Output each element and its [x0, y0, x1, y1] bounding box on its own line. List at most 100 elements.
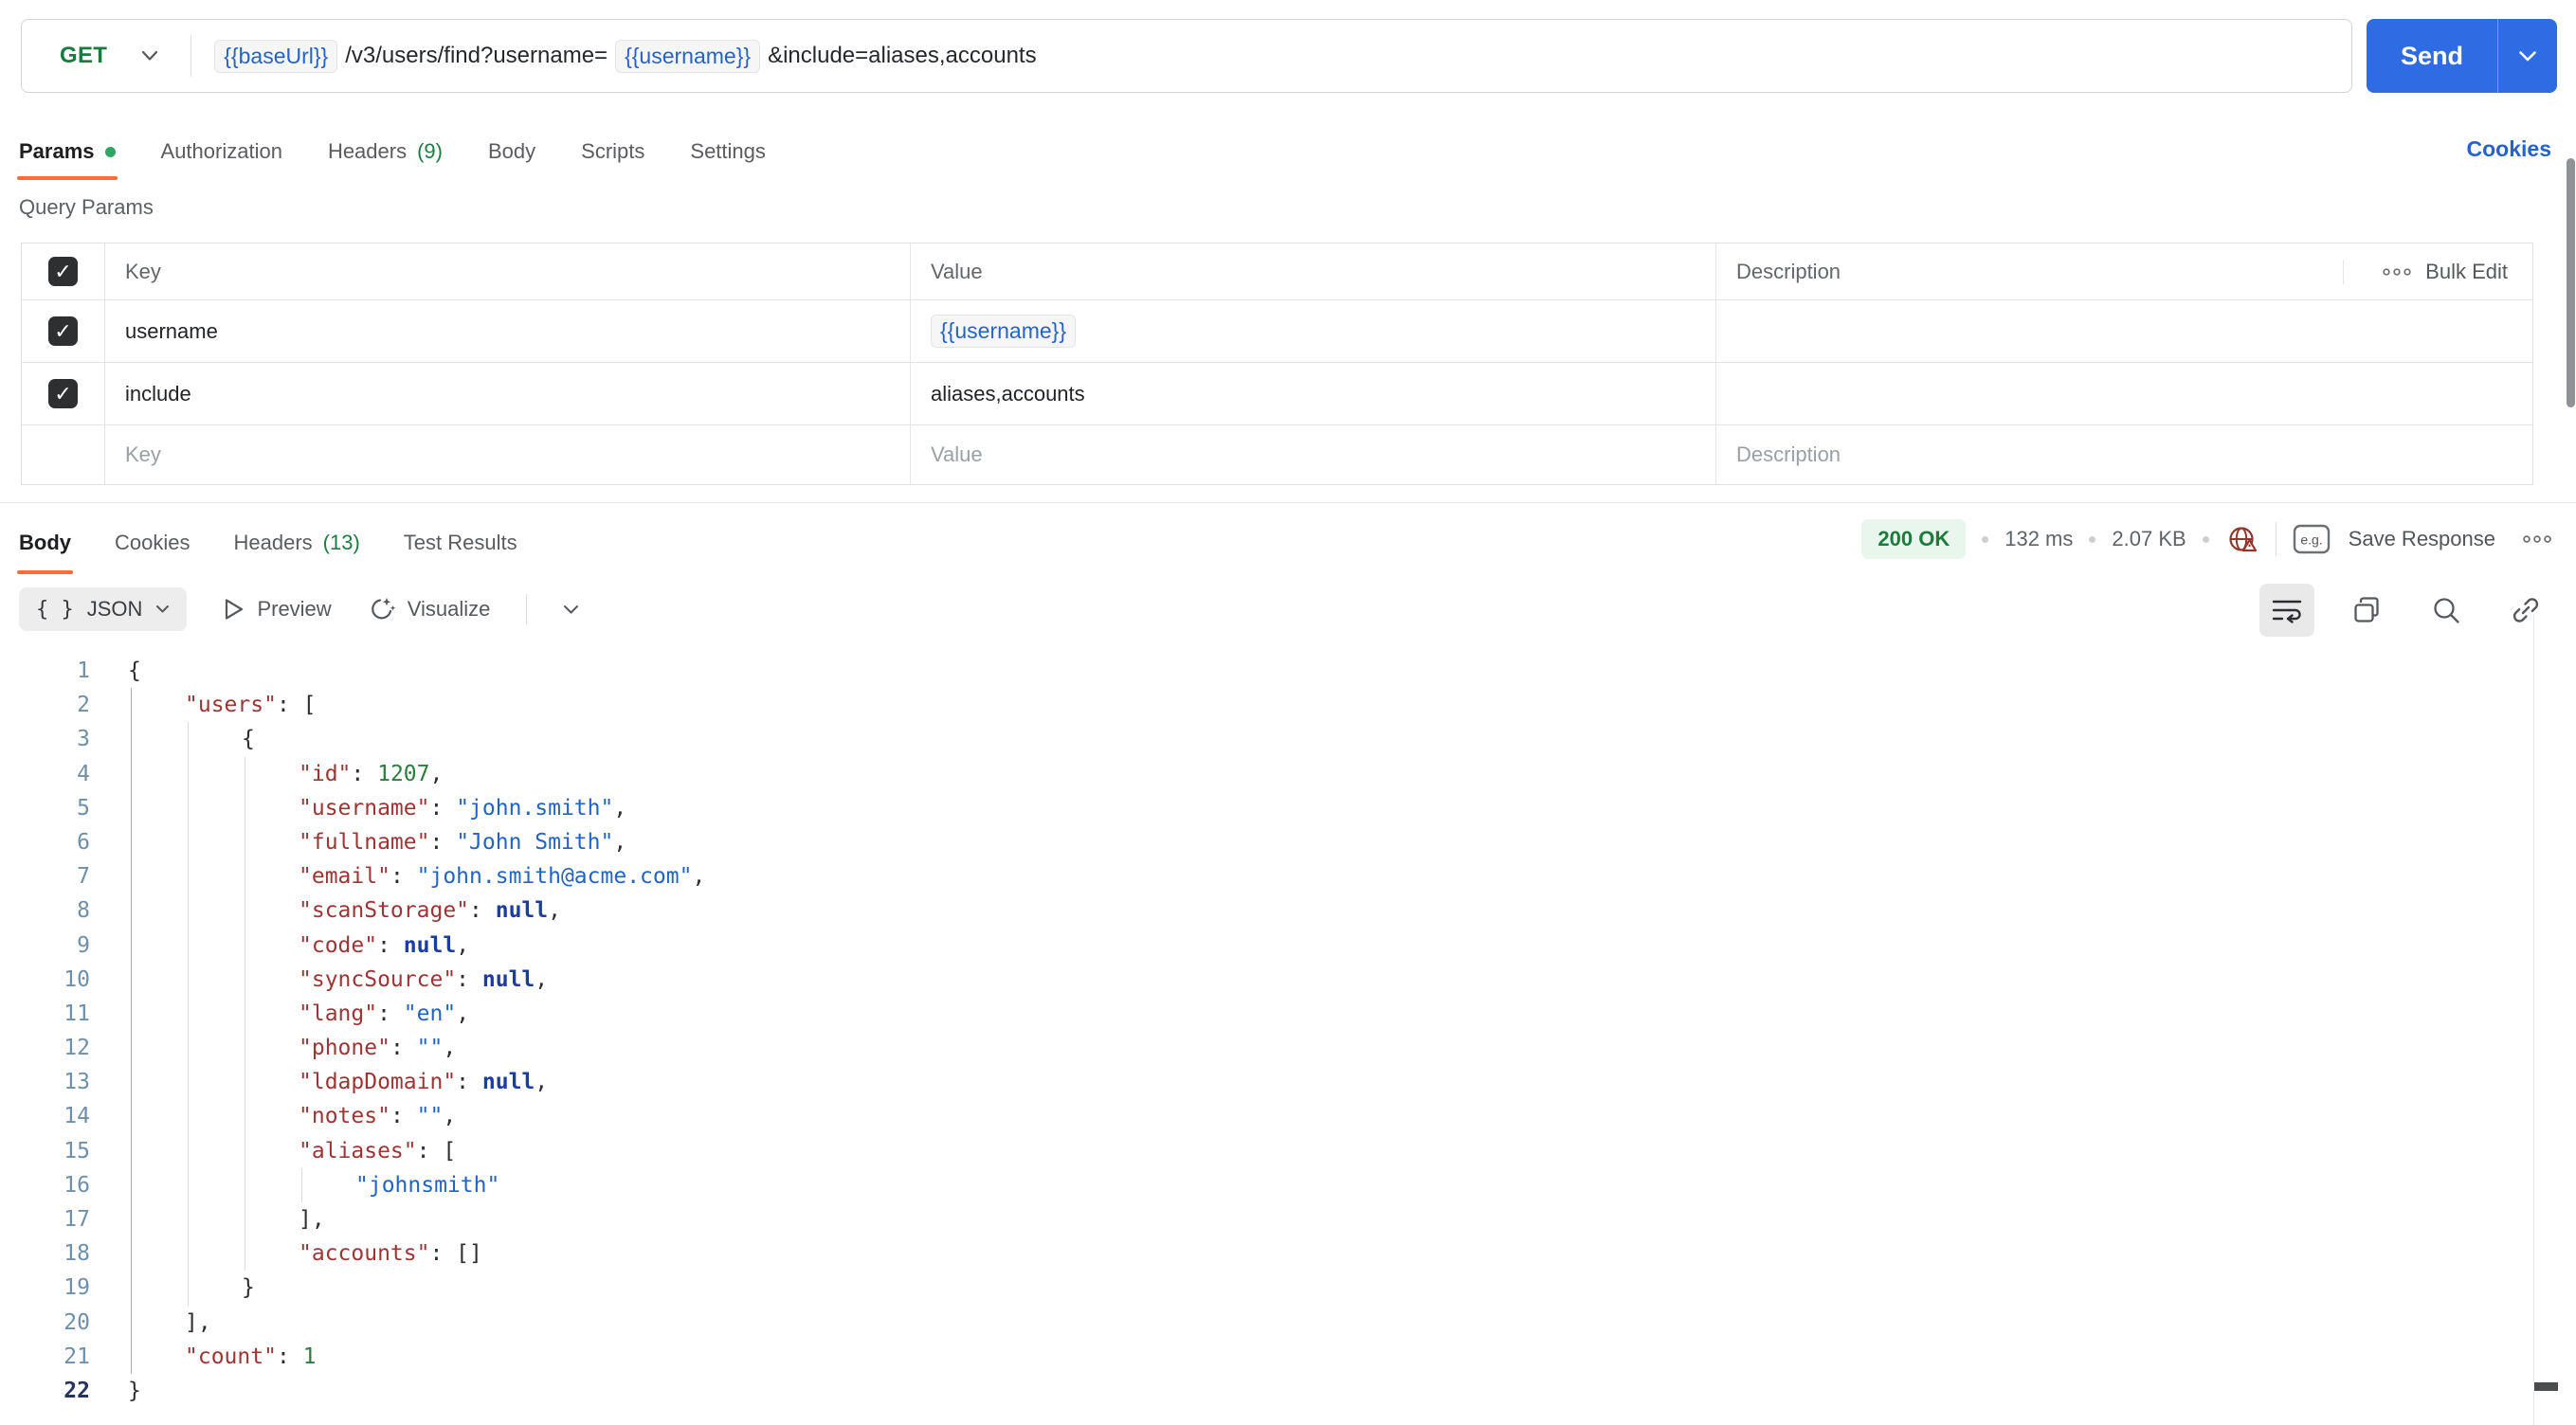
- line-number: 19: [63, 1275, 90, 1301]
- save-as-example-icon[interactable]: e.g.: [2293, 524, 2331, 554]
- play-icon: [226, 599, 244, 620]
- row-checkbox[interactable]: ✓: [48, 379, 78, 408]
- response-tab-test-results[interactable]: Test Results: [404, 512, 517, 574]
- code-line: 10 "syncSource": null,: [0, 962, 2533, 997]
- row-checkbox[interactable]: ✓: [48, 316, 78, 346]
- value-variable-chip: {{username}}: [931, 315, 1077, 348]
- chevron-down-icon: [2519, 50, 2536, 61]
- send-options-button[interactable]: [2498, 19, 2557, 93]
- status-badge[interactable]: 200 OK: [1861, 519, 1967, 559]
- tab-label: Headers: [233, 531, 313, 554]
- token: null: [481, 966, 535, 992]
- tab-settings[interactable]: Settings: [690, 123, 766, 180]
- response-more-button[interactable]: [2521, 533, 2553, 545]
- tab-body[interactable]: Body: [488, 123, 535, 180]
- code-line: 18 "accounts": []: [0, 1236, 2533, 1272]
- param-value-input[interactable]: Value: [911, 425, 1716, 484]
- save-response-button[interactable]: Save Response: [2349, 527, 2495, 551]
- network-warning-icon[interactable]: [2225, 522, 2259, 556]
- token: "John Smith": [456, 829, 614, 855]
- toolbar-chevron-down-icon[interactable]: [563, 604, 579, 615]
- preview-button[interactable]: Preview: [223, 597, 332, 622]
- token: ,: [613, 829, 627, 855]
- param-key-cell[interactable]: username: [105, 300, 911, 362]
- bulk-edit-button[interactable]: Bulk Edit: [2344, 260, 2532, 284]
- braces-icon: { }: [36, 597, 74, 622]
- token: : [: [416, 1138, 457, 1163]
- code-text: "username": "john.smith",: [299, 791, 626, 825]
- tab-label: Authorization: [160, 139, 282, 163]
- param-value-cell[interactable]: {{username}}: [911, 300, 1716, 362]
- method-label: GET: [60, 43, 108, 68]
- param-description-cell[interactable]: [1716, 300, 2532, 362]
- page-scrollbar-thumb[interactable]: [2567, 158, 2575, 407]
- param-key-cell[interactable]: include: [105, 363, 911, 424]
- response-tab-headers[interactable]: Headers (13): [233, 512, 359, 574]
- param-value-cell[interactable]: aliases,accounts: [911, 363, 1716, 424]
- token: :: [456, 966, 482, 992]
- token: "johnsmith": [355, 1172, 500, 1198]
- copy-button[interactable]: [2339, 584, 2394, 637]
- code-text: {: [242, 722, 255, 756]
- tab-scripts[interactable]: Scripts: [581, 123, 644, 180]
- token: :: [469, 898, 496, 924]
- value-text: aliases,accounts: [931, 381, 1085, 406]
- send-button[interactable]: Send: [2367, 19, 2498, 93]
- response-tab-body[interactable]: Body: [17, 512, 73, 574]
- token: ,: [456, 932, 470, 958]
- token: "username": [299, 795, 430, 821]
- line-number: 14: [63, 1104, 90, 1129]
- param-description-cell[interactable]: [1716, 363, 2532, 424]
- tab-label: Headers: [327, 139, 408, 163]
- token: ],: [185, 1309, 211, 1335]
- tab-label: Scripts: [581, 139, 645, 163]
- line-number: 6: [77, 829, 90, 855]
- indent-guide: [188, 1031, 189, 1066]
- response-body-json[interactable]: 1{2 "users": [3{4 "id": 1207, 5 "username": …: [0, 654, 2533, 1408]
- code-line: 14 "notes": "",: [0, 1099, 2533, 1134]
- search-button[interactable]: [2419, 584, 2474, 637]
- select-all-checkbox[interactable]: ✓: [48, 257, 78, 286]
- token: :: [377, 1001, 404, 1026]
- param-key-input[interactable]: Key: [105, 425, 911, 484]
- code-line: 17],: [0, 1202, 2533, 1237]
- code-line: 5 "username": "john.smith",: [0, 790, 2533, 825]
- link-button[interactable]: [2498, 584, 2553, 637]
- response-tab-cookies[interactable]: Cookies: [115, 512, 190, 574]
- editor-scrollbar-thumb[interactable]: [2534, 1382, 2558, 1391]
- code-text: "count": 1: [185, 1340, 317, 1374]
- code-text: "phone": "",: [299, 1031, 456, 1065]
- url-path-text: /v3/users/find?username=: [345, 43, 608, 68]
- tab-authorization[interactable]: Authorization: [161, 123, 282, 180]
- more-dots-icon: [2383, 267, 2411, 276]
- indent-guide: [131, 1133, 132, 1168]
- param-description-input[interactable]: Description: [1716, 425, 2532, 484]
- token: ,: [456, 1001, 470, 1026]
- visualize-button[interactable]: Visualize: [368, 595, 490, 623]
- wrap-text-icon: [2272, 600, 2302, 623]
- indent-guide: [131, 893, 132, 929]
- pane-divider[interactable]: [0, 502, 2576, 503]
- cookies-link[interactable]: Cookies: [2467, 136, 2551, 162]
- format-dropdown[interactable]: { } JSON: [19, 587, 188, 631]
- indent-guide: [131, 996, 132, 1032]
- line-number: 18: [63, 1241, 90, 1267]
- response-time: 132 ms: [2005, 527, 2074, 550]
- token: ,: [692, 864, 706, 890]
- method-selector[interactable]: GET: [22, 20, 190, 92]
- select-all-cell: ✓: [22, 244, 105, 299]
- code-text: "users": [: [185, 688, 316, 722]
- url-input[interactable]: {{baseUrl}} /v3/users/find?username= {{use…: [191, 39, 1037, 73]
- code-text: "syncSource": null,: [299, 963, 548, 997]
- code-line: 6 "fullname": "John Smith",: [0, 824, 2533, 860]
- tab-label: Body: [487, 139, 536, 163]
- indent-guide: [131, 722, 132, 757]
- tab-headers[interactable]: Headers (9): [328, 123, 443, 180]
- token: }: [242, 1275, 255, 1301]
- indent-guide: [188, 962, 189, 997]
- wrap-text-button[interactable]: [2259, 584, 2314, 637]
- code-line: 21 "count": 1: [0, 1339, 2533, 1374]
- token: "": [416, 1036, 444, 1061]
- tab-params[interactable]: Params: [17, 123, 118, 180]
- code-text: "johnsmith": [355, 1168, 499, 1202]
